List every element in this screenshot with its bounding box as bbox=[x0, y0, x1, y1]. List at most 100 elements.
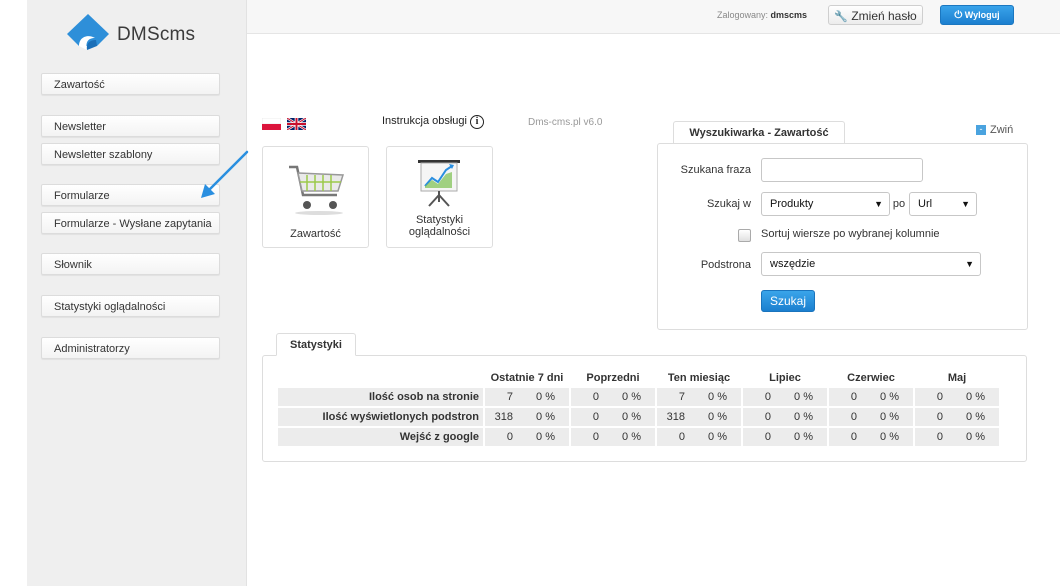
sort-label: Sortuj wiersze po wybranej kolumnie bbox=[761, 228, 940, 240]
row-label: Ilość osob na stronie bbox=[278, 388, 483, 406]
chevron-down-icon: ▼ bbox=[961, 199, 970, 209]
po-label: po bbox=[892, 198, 906, 210]
stat-value: 318 bbox=[494, 411, 513, 423]
stat-cell: 7 0 % bbox=[657, 388, 741, 406]
stat-percent: 0 % bbox=[708, 431, 727, 443]
stat-value: 0 bbox=[764, 391, 771, 403]
stat-percent: 0 % bbox=[794, 391, 813, 403]
logout-button[interactable]: ⏻ Wyloguj bbox=[940, 5, 1014, 25]
stat-value: 0 bbox=[506, 431, 513, 443]
stats-presentation-icon bbox=[418, 160, 460, 207]
stat-cell: 7 0 % bbox=[485, 388, 569, 406]
stat-cell: 0 0 % bbox=[743, 388, 827, 406]
stat-cell: 0 0 % bbox=[657, 428, 741, 446]
stat-value: 0 bbox=[850, 391, 857, 403]
stat-percent: 0 % bbox=[536, 411, 555, 423]
tab-search-content[interactable]: Wyszukiwarka - Zawartość bbox=[673, 121, 845, 144]
stat-value: 0 bbox=[592, 431, 599, 443]
stat-percent: 0 % bbox=[794, 411, 813, 423]
stat-cell: 318 0 % bbox=[485, 408, 569, 426]
stat-cell: 0 0 % bbox=[485, 428, 569, 446]
column-header: Maj bbox=[947, 371, 967, 384]
stat-value: 318 bbox=[666, 411, 685, 423]
row-label: Ilość wyświetlonych podstron bbox=[278, 408, 483, 426]
polish-flag-icon[interactable] bbox=[262, 118, 281, 130]
collapse-button[interactable]: - Zwiń bbox=[976, 124, 1013, 136]
column-header: Lipiec bbox=[769, 371, 801, 384]
stat-value: 7 bbox=[678, 391, 685, 403]
stat-cell: 0 0 % bbox=[571, 388, 655, 406]
collapse-label: Zwiń bbox=[990, 124, 1014, 136]
column-header: Ten miesiąc bbox=[667, 371, 731, 384]
stats-panel: Ostatnie 7 dni Poprzedni Ten miesiąc Lip… bbox=[262, 355, 1027, 462]
stat-cell: 0 0 % bbox=[743, 408, 827, 426]
tile-statystyki[interactable]: Statystyki oglądalności bbox=[386, 146, 493, 248]
tile-statystyki-label-2: oglądalności bbox=[408, 226, 471, 238]
stat-value: 0 bbox=[936, 411, 943, 423]
stat-cell: 0 0 % bbox=[915, 408, 999, 426]
search-in-select[interactable]: Produkty ▼ bbox=[761, 192, 890, 216]
power-icon: ⏻ bbox=[954, 10, 963, 21]
stat-cell: 0 0 % bbox=[829, 388, 913, 406]
chevron-down-icon: ▼ bbox=[874, 199, 883, 209]
stat-cell: 0 0 % bbox=[743, 428, 827, 446]
sidebar-item-zawartosc[interactable]: Zawartość bbox=[41, 73, 220, 95]
wrench-icon: 🔧 bbox=[834, 11, 848, 23]
sidebar-item-formularze[interactable]: Formularze bbox=[41, 184, 220, 206]
tile-statystyki-label-1: Statystyki bbox=[415, 214, 464, 226]
minus-icon: - bbox=[976, 125, 986, 136]
chevron-down-icon: ▼ bbox=[965, 259, 974, 269]
subpage-select[interactable]: wszędzie ▼ bbox=[761, 252, 981, 276]
table-row: Wejść z google 0 0 % 0 0 % 0 0 % 0 0 % 0 0 % 0 0 % bbox=[278, 428, 999, 446]
stat-value: 0 bbox=[764, 411, 771, 423]
stat-value: 0 bbox=[592, 391, 599, 403]
stat-percent: 0 % bbox=[880, 411, 899, 423]
logged-in-status: Zalogowany: dmscms bbox=[717, 10, 808, 20]
sort-checkbox[interactable] bbox=[738, 229, 751, 242]
stat-cell: 0 0 % bbox=[829, 428, 913, 446]
stat-cell: 0 0 % bbox=[571, 428, 655, 446]
search-button[interactable]: Szukaj bbox=[761, 290, 815, 312]
change-password-button[interactable]: 🔧 Zmień hasło bbox=[828, 5, 923, 25]
table-row: Ilość wyświetlonych podstron 318 0 % 0 0 % 31… bbox=[278, 408, 999, 426]
tile-zawartosc-label: Zawartość bbox=[290, 228, 341, 240]
stat-cell: 0 0 % bbox=[915, 388, 999, 406]
sidebar-item-administratorzy[interactable]: Administratorzy bbox=[41, 337, 220, 359]
info-icon[interactable]: i bbox=[470, 115, 484, 129]
stat-percent: 0 % bbox=[966, 431, 985, 443]
stat-value: 7 bbox=[506, 391, 513, 403]
stat-percent: 0 % bbox=[536, 431, 555, 443]
logout-label: Wyloguj bbox=[964, 10, 1000, 20]
stats-table: Ostatnie 7 dni Poprzedni Ten miesiąc Lip… bbox=[276, 367, 1001, 448]
stat-cell: 0 0 % bbox=[571, 408, 655, 426]
stat-percent: 0 % bbox=[966, 391, 985, 403]
sidebar-item-newsletter[interactable]: Newsletter bbox=[41, 115, 220, 137]
search-in-label: Szukaj w bbox=[706, 198, 751, 210]
sidebar-item-formularze-wyslane[interactable]: Formularze - Wysłane zapytania bbox=[41, 212, 220, 234]
column-header: Poprzedni bbox=[586, 371, 640, 384]
manual-link[interactable]: Instrukcja obsługi bbox=[382, 115, 467, 127]
sidebar: DMScms Zawartość Newsletter Newsletter s… bbox=[27, 0, 249, 586]
tile-zawartosc[interactable]: Zawartość bbox=[262, 146, 369, 248]
uk-flag-icon[interactable] bbox=[287, 118, 306, 130]
column-header: Czerwiec bbox=[847, 371, 895, 384]
stat-percent: 0 % bbox=[794, 431, 813, 443]
sidebar-item-slownik[interactable]: Słownik bbox=[41, 253, 220, 275]
logo-text: DMScms bbox=[117, 24, 196, 45]
stat-percent: 0 % bbox=[708, 391, 727, 403]
stat-percent: 0 % bbox=[880, 391, 899, 403]
stat-percent: 0 % bbox=[622, 431, 641, 443]
po-value: Url bbox=[918, 198, 933, 210]
tab-statistics[interactable]: Statystyki bbox=[276, 333, 356, 356]
search-phrase-input[interactable] bbox=[761, 158, 923, 182]
po-select[interactable]: Url ▼ bbox=[909, 192, 977, 216]
table-row: Ilość osob na stronie 7 0 % 0 0 % 7 0 % 0 0 % 0 0 … bbox=[278, 388, 999, 406]
sidebar-item-newsletter-szablony[interactable]: Newsletter szablony bbox=[41, 143, 220, 165]
sidebar-item-statystyki[interactable]: Statystyki oglądalności bbox=[41, 295, 220, 317]
stat-cell: 318 0 % bbox=[657, 408, 741, 426]
stat-percent: 0 % bbox=[622, 411, 641, 423]
corner-cell bbox=[278, 369, 483, 386]
column-header: Ostatnie 7 dni bbox=[490, 371, 564, 384]
logo[interactable]: DMScms bbox=[65, 12, 215, 58]
stat-percent: 0 % bbox=[880, 431, 899, 443]
